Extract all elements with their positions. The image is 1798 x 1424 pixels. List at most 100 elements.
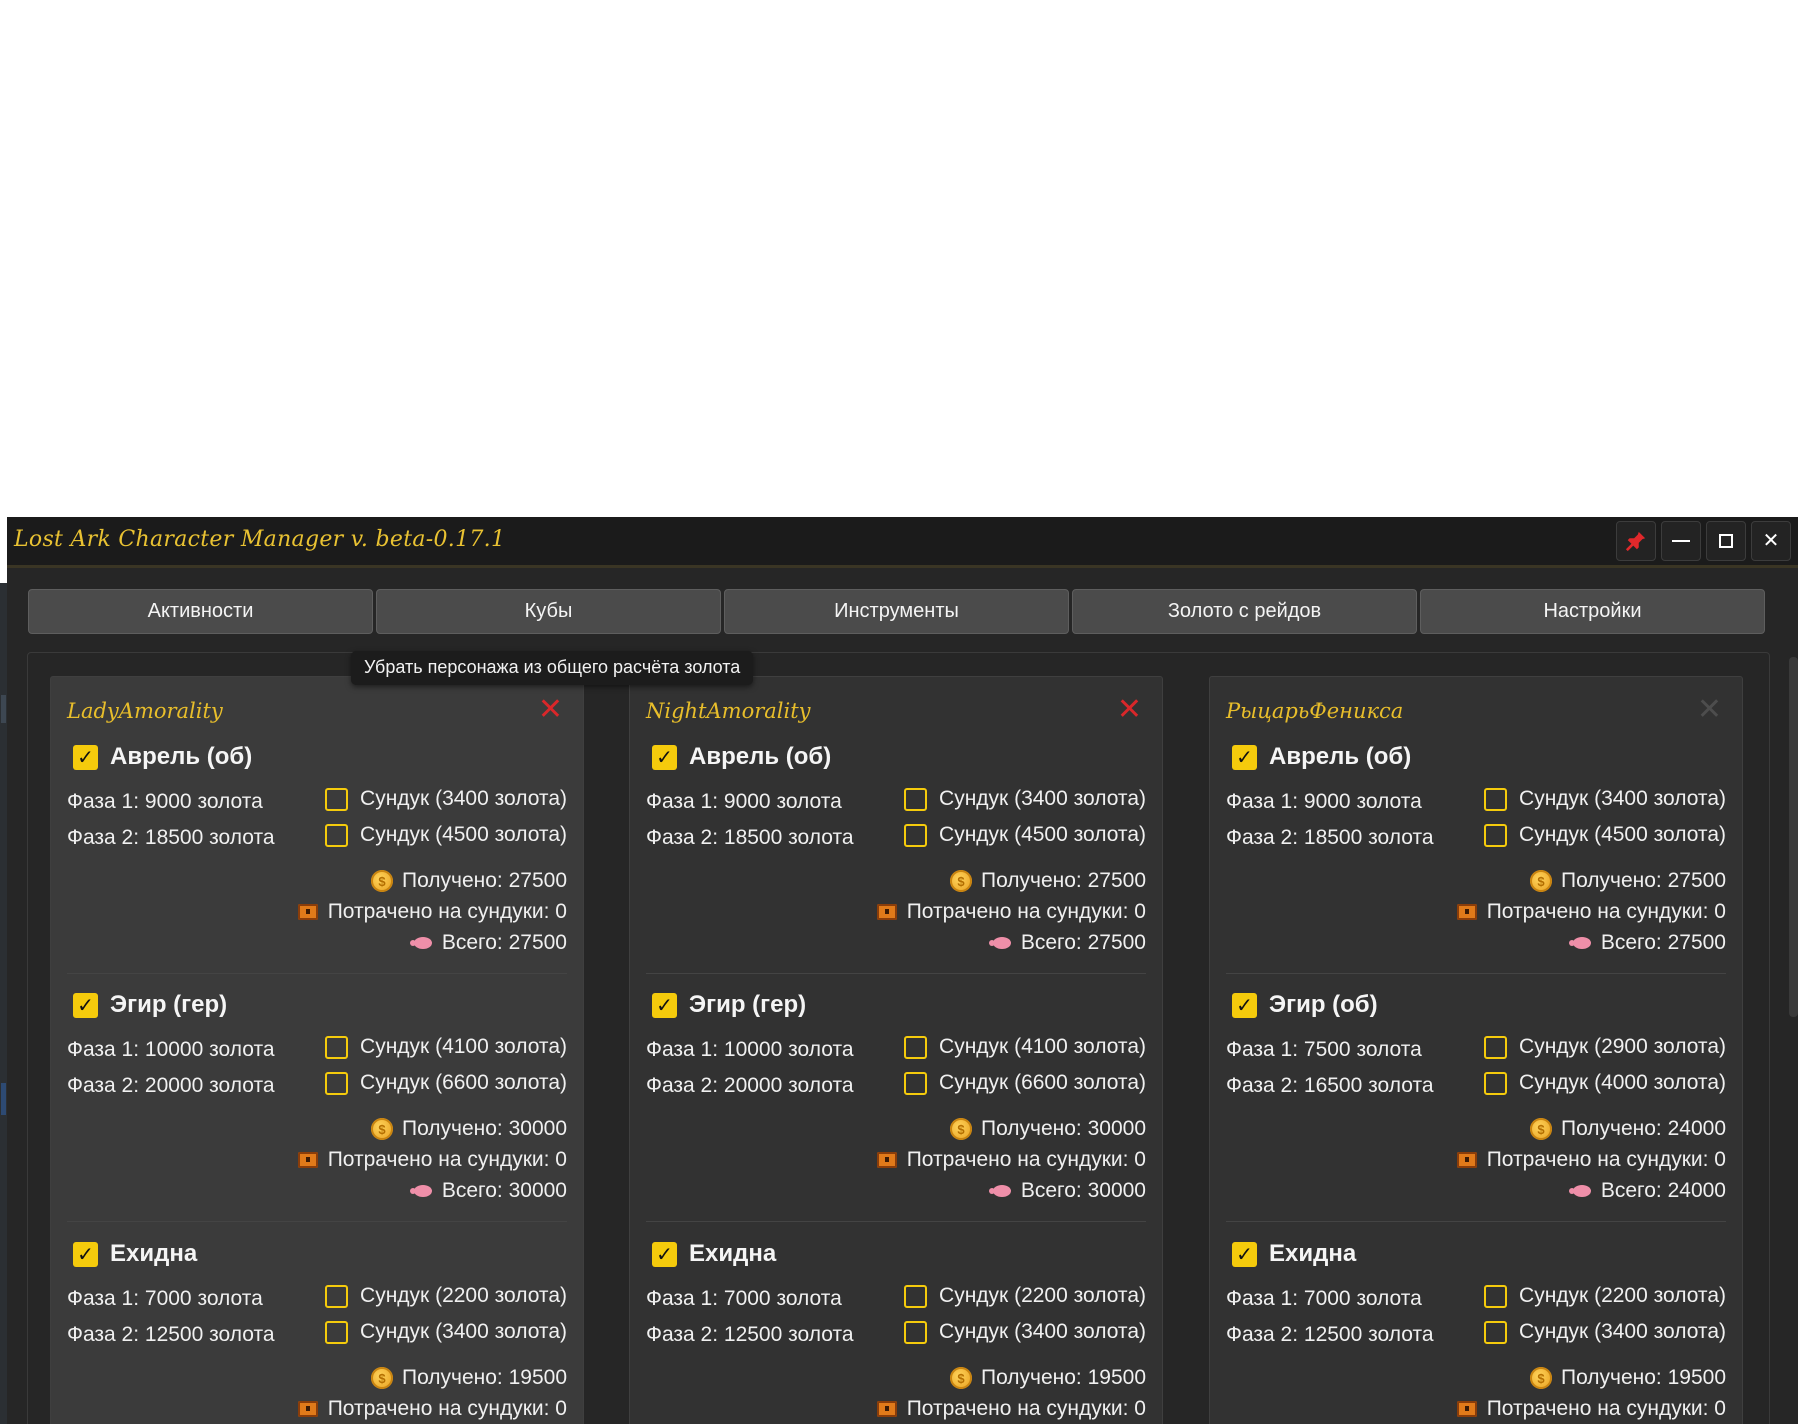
raid-block: ✓ Ехидна Фаза 1: 7000 золота Фаза 2: 1250…: [1226, 1237, 1726, 1424]
total-gold: Всего: 30000: [988, 1179, 1146, 1203]
chest-2-option[interactable]: Сундук (4000 золота): [1484, 1071, 1726, 1095]
chest-2-option[interactable]: Сундук (3400 золота): [1484, 1320, 1726, 1344]
raid-checkbox[interactable]: ✓: [73, 1241, 98, 1267]
raid-name: Эгир (гер): [110, 991, 228, 1018]
total-label: Всего: 27500: [1600, 931, 1726, 954]
piggy-bank-icon: [409, 937, 432, 949]
remove-character-button[interactable]: ✕: [1697, 695, 1722, 725]
spent-label: Потрачено на сундуки: 0: [906, 1148, 1146, 1171]
raid-block: ✓ Ехидна Фаза 1: 7000 золота Фаза 2: 1250…: [646, 1237, 1146, 1424]
raid-header: ✓ Аврель (об): [73, 740, 252, 774]
chest-2-option[interactable]: Сундук (4500 золота): [1484, 823, 1726, 847]
chest-label: Сундук (4500 золота): [1519, 823, 1726, 846]
chest-checkbox[interactable]: [1484, 1320, 1508, 1344]
chest-checkbox[interactable]: [904, 1071, 928, 1095]
chest-checkbox[interactable]: [904, 823, 928, 847]
remove-character-button[interactable]: ✕: [1117, 695, 1142, 725]
received-gold: $ Получено: 30000: [370, 1117, 567, 1141]
phase-2-gold: Фаза 2: 20000 золота: [646, 1074, 854, 1097]
chest-checkbox[interactable]: [1484, 1284, 1508, 1308]
character-card: РыцарьФеникса ✕ ✓ Аврель (об) Фаза 1: 900…: [1209, 676, 1743, 1424]
tab-activities[interactable]: Активности: [28, 589, 373, 634]
spent-label: Потрачено на сундуки: 0: [1486, 1397, 1726, 1420]
close-button[interactable]: ✕: [1751, 521, 1791, 561]
chest-2-option[interactable]: Сундук (4500 золота): [904, 823, 1146, 847]
raid-block: ✓ Ехидна Фаза 1: 7000 золота Фаза 2: 1250…: [67, 1237, 567, 1424]
chest-checkbox[interactable]: [1484, 1035, 1508, 1059]
chest-checkbox[interactable]: [325, 1071, 349, 1095]
chest-checkbox[interactable]: [325, 823, 349, 847]
received-gold: $ Получено: 27500: [1529, 869, 1726, 893]
received-label: Получено: 27500: [1560, 869, 1726, 892]
received-label: Получено: 27500: [401, 869, 567, 892]
total-gold: Всего: 27500: [1568, 931, 1726, 955]
received-label: Получено: 27500: [980, 869, 1146, 892]
raid-header: ✓ Эгир (гер): [652, 988, 806, 1022]
coin-icon: $: [1529, 1118, 1552, 1140]
remove-character-tooltip: Убрать персонажа из общего расчёта золот…: [351, 651, 754, 685]
chest-2-option[interactable]: Сундук (6600 золота): [904, 1071, 1146, 1095]
chest-label: Сундук (3400 золота): [360, 787, 567, 810]
chest-label: Сундук (3400 золота): [1519, 1320, 1726, 1343]
raid-checkbox[interactable]: ✓: [1232, 744, 1257, 770]
chest-1-option[interactable]: Сундук (3400 золота): [904, 787, 1146, 811]
coin-icon: $: [370, 1118, 393, 1140]
chest-checkbox[interactable]: [325, 1320, 349, 1344]
remove-character-button[interactable]: ✕: [538, 695, 563, 725]
chest-1-option[interactable]: Сундук (4100 золота): [904, 1035, 1146, 1059]
chest-icon: [1456, 904, 1477, 920]
chest-1-option[interactable]: Сундук (3400 золота): [1484, 787, 1726, 811]
raid-checkbox[interactable]: ✓: [1232, 1241, 1257, 1267]
tab-cubes[interactable]: Кубы: [376, 589, 721, 634]
raid-header: ✓ Эгир (об): [1232, 988, 1378, 1022]
raid-checkbox[interactable]: ✓: [652, 1241, 677, 1267]
chest-1-option[interactable]: Сундук (2200 золота): [1484, 1284, 1726, 1308]
chest-checkbox[interactable]: [325, 787, 349, 811]
chest-2-option[interactable]: Сундук (3400 золота): [325, 1320, 567, 1344]
phase-1-gold: Фаза 1: 7000 золота: [1226, 1287, 1422, 1310]
total-label: Всего: 27500: [1020, 931, 1146, 954]
close-icon: ✕: [1696, 693, 1722, 726]
chest-2-option[interactable]: Сундук (3400 золота): [904, 1320, 1146, 1344]
chest-icon: [876, 1401, 897, 1417]
raid-name: Аврель (об): [110, 743, 253, 770]
spent-on-chests: Потрачено на сундуки: 0: [876, 1397, 1146, 1421]
chest-checkbox[interactable]: [325, 1035, 349, 1059]
chest-checkbox[interactable]: [904, 1320, 928, 1344]
maximize-button[interactable]: [1706, 521, 1746, 561]
chest-1-option[interactable]: Сундук (2200 золота): [904, 1284, 1146, 1308]
close-icon: ✕: [1762, 530, 1780, 552]
chest-1-option[interactable]: Сундук (2200 золота): [325, 1284, 567, 1308]
tab-tools[interactable]: Инструменты: [724, 589, 1069, 634]
chest-2-option[interactable]: Сундук (4500 золота): [325, 823, 567, 847]
title-bar[interactable]: Lost Ark Character Manager v. beta-0.17.…: [7, 517, 1798, 568]
raid-checkbox[interactable]: ✓: [652, 992, 677, 1018]
raid-checkbox[interactable]: ✓: [73, 744, 98, 770]
raid-checkbox[interactable]: ✓: [652, 744, 677, 770]
piggy-bank-icon: [1568, 937, 1591, 949]
chest-1-option[interactable]: Сундук (4100 золота): [325, 1035, 567, 1059]
chest-checkbox[interactable]: [904, 1035, 928, 1059]
chest-checkbox[interactable]: [904, 1284, 928, 1308]
chest-checkbox[interactable]: [325, 1284, 349, 1308]
spent-label: Потрачено на сундуки: 0: [327, 1397, 567, 1420]
chest-label: Сундук (2200 золота): [1519, 1284, 1726, 1307]
raid-name: Аврель (об): [689, 743, 832, 770]
raid-checkbox[interactable]: ✓: [1232, 992, 1257, 1018]
checkmark-icon: ✓: [77, 994, 94, 1017]
chest-checkbox[interactable]: [904, 787, 928, 811]
chest-checkbox[interactable]: [1484, 787, 1508, 811]
phase-2-gold: Фаза 2: 12500 золота: [1226, 1323, 1434, 1346]
vertical-scrollbar[interactable]: [1789, 657, 1798, 1017]
checkmark-icon: ✓: [656, 1243, 673, 1266]
pin-button[interactable]: [1616, 521, 1656, 561]
raid-checkbox[interactable]: ✓: [73, 992, 98, 1018]
minimize-button[interactable]: [1661, 521, 1701, 561]
chest-1-option[interactable]: Сундук (2900 золота): [1484, 1035, 1726, 1059]
chest-2-option[interactable]: Сундук (6600 золота): [325, 1071, 567, 1095]
chest-checkbox[interactable]: [1484, 1071, 1508, 1095]
tab-settings[interactable]: Настройки: [1420, 589, 1765, 634]
tab-raid-gold[interactable]: Золото с рейдов: [1072, 589, 1417, 634]
chest-1-option[interactable]: Сундук (3400 золота): [325, 787, 567, 811]
chest-checkbox[interactable]: [1484, 823, 1508, 847]
